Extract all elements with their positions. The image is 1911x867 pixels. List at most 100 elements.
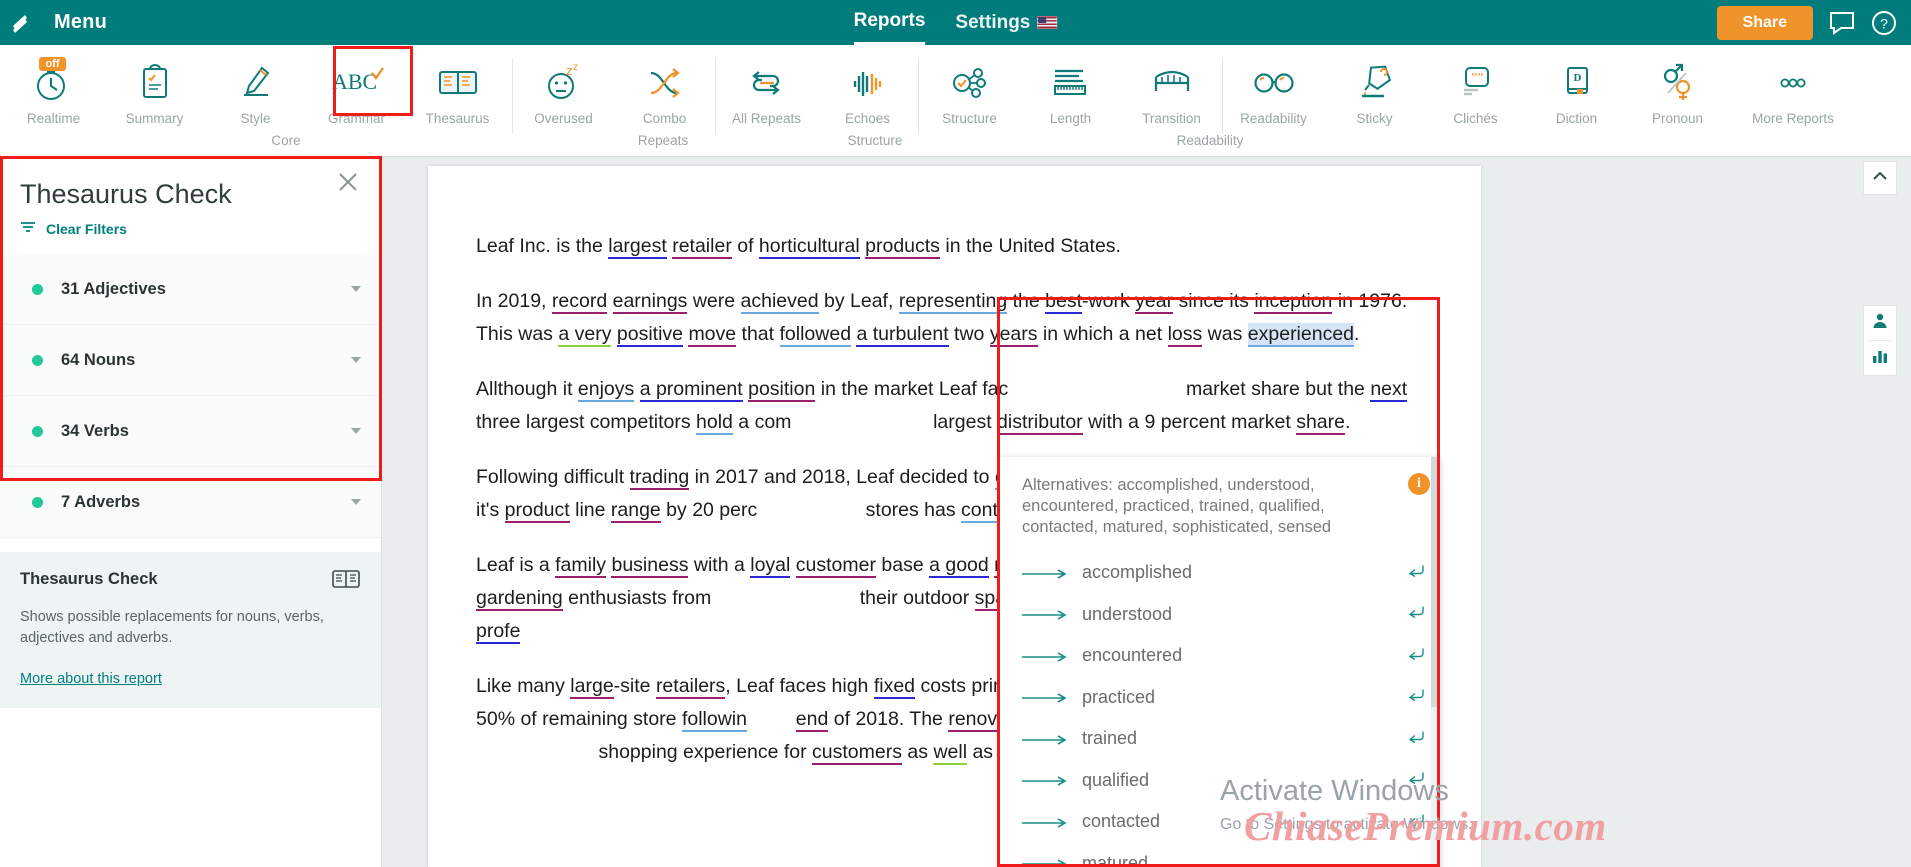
more-about-report-link[interactable]: More about this report [20,671,162,687]
word-share[interactable]: share [1296,410,1345,435]
word-customer[interactable]: customer [795,553,876,578]
undo-arrow-icon[interactable] [1408,729,1426,748]
word-move[interactable]: move [688,322,737,347]
ribbon-item-overused[interactable]: z z Overused [513,51,614,126]
suggestion-row[interactable]: matured [1000,843,1440,867]
word-a-good[interactable]: a good [929,553,989,578]
undo-arrow-icon[interactable] [1408,605,1426,624]
clear-filters-button[interactable]: Clear Filters [20,220,361,238]
word-a-turbulent[interactable]: a turbulent [856,322,949,347]
word-fixed[interactable]: fixed [873,674,916,699]
word-customers[interactable]: customers [812,740,902,765]
undo-arrow-icon[interactable] [1408,771,1426,790]
word-trading[interactable]: trading [629,465,690,490]
filter-row-verbs[interactable]: 34 Verbs [0,396,381,467]
ribbon-item-pronoun[interactable]: Pronoun [1627,51,1728,126]
word-experienced-selected[interactable]: experienced [1247,322,1355,347]
word-following[interactable]: followin [681,707,747,732]
ribbon-item-realtime[interactable]: off Realtime [3,51,104,126]
chevron-down-icon[interactable] [351,428,361,434]
ribbon-item-echoes[interactable]: Echoes [817,51,918,126]
ribbon-item-more-reports[interactable]: More Reports [1728,51,1858,126]
ribbon-item-cliches[interactable]: ”” Clichés [1425,51,1526,126]
info-badge-icon[interactable]: i [1408,473,1430,495]
word-record[interactable]: record [551,289,608,314]
undo-arrow-icon[interactable] [1408,812,1426,831]
word-next[interactable]: next [1370,377,1408,402]
undo-arrow-icon[interactable] [1408,646,1426,665]
word-business[interactable]: business [611,553,689,578]
word-end[interactable]: end [795,707,829,732]
person-button[interactable] [1864,306,1896,340]
word-representing[interactable]: representing [898,289,1008,314]
word-earnings[interactable]: earnings [612,289,688,314]
word-year[interactable]: year [1135,289,1174,314]
word-enjoys[interactable]: enjoys [577,377,635,402]
chevron-down-icon[interactable] [351,286,361,292]
word-professional[interactable]: profe [476,619,521,644]
word-best[interactable]: best [1045,289,1083,314]
word-achieved[interactable]: achieved [740,289,819,314]
ribbon-item-readability[interactable]: Readability [1223,51,1324,126]
suggestion-row[interactable]: practiced [1000,677,1440,719]
undo-arrow-icon[interactable] [1408,688,1426,707]
share-button[interactable]: Share [1716,5,1813,40]
word-range[interactable]: range [610,498,661,523]
word-a-prominent[interactable]: a prominent [639,377,743,402]
ribbon-item-diction[interactable]: D Diction [1526,51,1627,126]
word-horticultural[interactable]: horticultural [758,234,860,259]
word-distributor[interactable]: distributor [997,410,1083,435]
stats-button[interactable] [1864,341,1896,375]
undo-arrow-icon[interactable] [1408,563,1426,582]
brand-logo[interactable]: Menu [12,10,107,36]
word-a-very[interactable]: a very [558,322,612,347]
word-years[interactable]: years [989,322,1038,347]
ribbon-item-all-repeats[interactable]: All Repeats [716,51,817,126]
word-inception[interactable]: inception [1254,289,1333,314]
popup-scrollbar-thumb[interactable] [1431,457,1440,707]
chevron-down-icon[interactable] [351,499,361,505]
filter-row-nouns[interactable]: 64 Nouns [0,325,381,396]
ribbon-item-structure[interactable]: Structure [919,51,1020,126]
word-large[interactable]: large [570,674,614,699]
tab-settings[interactable]: Settings [955,0,1058,45]
word-hold[interactable]: hold [696,410,733,435]
suggestion-row[interactable]: understood [1000,594,1440,636]
scroll-up-button[interactable] [1863,161,1897,195]
suggestion-row[interactable]: accomplished [1000,552,1440,594]
word-largest[interactable]: largest [608,234,667,259]
suggestion-row[interactable]: encountered [1000,635,1440,677]
word-position[interactable]: position [748,377,816,402]
ribbon-item-length[interactable]: Length [1020,51,1121,126]
word-retailers[interactable]: retailers [655,674,726,699]
tab-reports[interactable]: Reports [853,0,926,45]
word-products[interactable]: products [865,234,940,259]
close-icon[interactable] [337,171,359,198]
ribbon-item-sticky[interactable]: Sticky [1324,51,1425,126]
menu-label[interactable]: Menu [54,11,107,34]
word-well[interactable]: well [933,740,968,765]
word-loyal[interactable]: loyal [750,553,791,578]
word-loss[interactable]: loss [1167,322,1203,347]
suggestion-row[interactable]: qualified [1000,760,1440,802]
filter-row-adjectives[interactable]: 31 Adjectives [0,254,381,325]
filter-row-adverbs[interactable]: 7 Adverbs [0,467,381,538]
ribbon-item-transition[interactable]: Transition [1121,51,1222,126]
word-family[interactable]: family [555,553,607,578]
word-product[interactable]: product [504,498,570,523]
ribbon-item-grammar[interactable]: ABC Grammar [306,51,407,126]
ribbon-item-thesaurus[interactable]: Thesaurus [407,51,508,126]
thesaurus-suggestion-popup[interactable]: Alternatives: accomplished, understood, … [1000,457,1440,867]
popup-scrollbar[interactable] [1431,457,1440,867]
suggestion-row[interactable]: trained [1000,718,1440,760]
ribbon-item-combo[interactable]: Combo [614,51,715,126]
chevron-down-icon[interactable] [351,357,361,363]
question-circle-icon[interactable]: ? [1871,10,1897,36]
chat-bubble-icon[interactable] [1829,11,1855,35]
word-positive[interactable]: positive [616,322,684,347]
word-retailer[interactable]: retailer [672,234,732,259]
ribbon-item-summary[interactable]: Summary [104,51,205,126]
word-followed[interactable]: followed [779,322,852,347]
ribbon-item-style[interactable]: Style [205,51,306,126]
suggestion-row[interactable]: contacted [1000,801,1440,843]
